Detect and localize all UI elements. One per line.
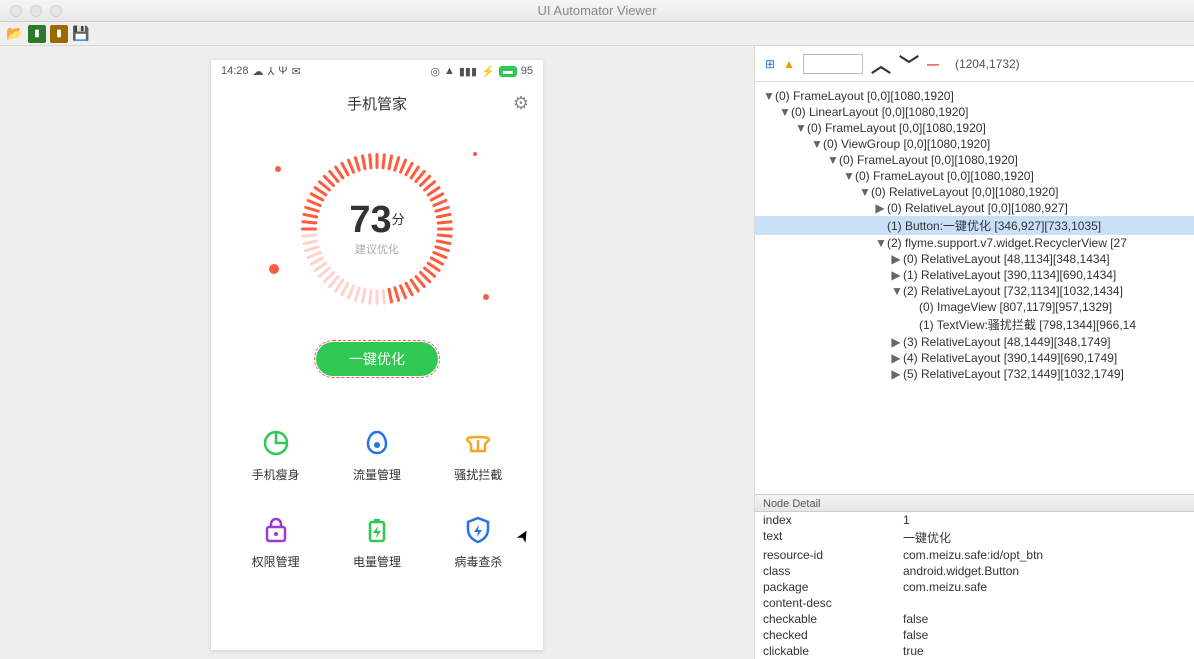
tree-node[interactable]: ▼(0) FrameLayout [0,0][1080,1920] xyxy=(755,120,1194,136)
feature-battery[interactable]: 电量管理 xyxy=(326,515,427,570)
cloud-icon: ☁ xyxy=(253,65,264,78)
tree-node[interactable]: ▼(0) ViewGroup [0,0][1080,1920] xyxy=(755,136,1194,152)
tree-node[interactable]: ▶(0) RelativeLayout [0,0][1080,927] xyxy=(755,200,1194,216)
tree-node[interactable]: ▶(1) RelativeLayout [390,1134][690,1434] xyxy=(755,267,1194,283)
data-mgmt-icon xyxy=(362,428,392,458)
status-time: 14:28 xyxy=(221,65,249,77)
warning-icon[interactable]: ▲ xyxy=(783,57,795,71)
prev-node-icon[interactable]: ︿ xyxy=(871,49,891,78)
score-dial: 73分 建议优化 xyxy=(211,124,543,334)
feature-virus[interactable]: 病毒查杀 xyxy=(428,515,529,570)
block-icon xyxy=(463,428,493,458)
virus-icon xyxy=(463,515,493,545)
tree-node[interactable]: (0) ImageView [807,1179][957,1329] xyxy=(755,299,1194,315)
device-dump-icon[interactable]: ▮ xyxy=(50,25,68,43)
battery-icon xyxy=(362,515,392,545)
battery-icon: ▬ xyxy=(499,66,517,77)
tree-node[interactable]: ▼(2) flyme.support.v7.widget.RecyclerVie… xyxy=(755,235,1194,251)
wifi-icon: ▲ xyxy=(444,65,455,77)
tree-node[interactable]: ▼(0) FrameLayout [0,0][1080,1920] xyxy=(755,88,1194,104)
device-screenshot-icon[interactable]: ▮ xyxy=(28,25,46,43)
status-bar: 14:28 ☁ ⅄ Ψ ✉ ◎ ▲ ▮▮▮ ⚡ ▬ 95 xyxy=(211,60,543,82)
feature-label: 骚扰拦截 xyxy=(454,466,502,483)
save-icon[interactable]: 💾 xyxy=(72,25,90,43)
tree-node[interactable]: ▼(0) FrameLayout [0,0][1080,1920] xyxy=(755,152,1194,168)
hierarchy-tree[interactable]: ▼(0) FrameLayout [0,0][1080,1920]▼(0) Li… xyxy=(755,82,1194,494)
detail-row: clickabletrue xyxy=(755,643,1194,659)
remove-icon[interactable]: — xyxy=(927,57,939,71)
tree-node[interactable]: ▼(0) RelativeLayout [0,0][1080,1920] xyxy=(755,184,1194,200)
detail-row: content-desc xyxy=(755,595,1194,611)
open-folder-icon[interactable]: 📂 xyxy=(6,25,24,43)
detail-header: Node Detail xyxy=(755,494,1194,512)
perm-icon xyxy=(261,515,291,545)
mail-icon: ✉ xyxy=(291,65,300,78)
detail-row: text一键优化 xyxy=(755,528,1194,547)
detail-row: resource-idcom.meizu.safe:id/opt_btn xyxy=(755,547,1194,563)
gear-icon[interactable]: ⚙ xyxy=(513,93,529,114)
tree-controls: ⊞ ▲ ︿ ﹀ — (1204,1732) xyxy=(755,46,1194,82)
share-icon: ⅄ xyxy=(268,65,275,78)
tree-node[interactable]: ▶(5) RelativeLayout [732,1449][1032,1749… xyxy=(755,366,1194,382)
feature-perm[interactable]: 权限管理 xyxy=(225,515,326,570)
battery-pct: 95 xyxy=(521,65,533,77)
feature-grid: 手机瘦身 流量管理 骚扰拦截权限管理 电量管理 病毒查杀 xyxy=(211,400,543,570)
tree-node[interactable]: (1) TextView:骚扰拦截 [798,1344][966,14 xyxy=(755,315,1194,334)
tree-node[interactable]: ▶(4) RelativeLayout [390,1449][690,1749] xyxy=(755,350,1194,366)
score-unit: 分 xyxy=(392,212,405,227)
next-node-icon[interactable]: ﹀ xyxy=(899,49,919,78)
tree-node[interactable]: ▼(0) FrameLayout [0,0][1080,1920] xyxy=(755,168,1194,184)
feature-label: 权限管理 xyxy=(252,553,300,570)
tree-node[interactable]: ▼(0) LinearLayout [0,0][1080,1920] xyxy=(755,104,1194,120)
tree-node[interactable]: (1) Button:一键优化 [346,927][733,1035] xyxy=(755,216,1194,235)
optimize-button[interactable]: 一键优化 xyxy=(316,342,438,376)
detail-row: checkablefalse xyxy=(755,611,1194,627)
feature-label: 手机瘦身 xyxy=(252,466,300,483)
feature-label: 病毒查杀 xyxy=(454,553,502,570)
expand-all-icon[interactable]: ⊞ xyxy=(765,57,775,71)
score-subtitle: 建议优化 xyxy=(349,241,404,257)
detail-row: checkedfalse xyxy=(755,627,1194,643)
detail-row: classandroid.widget.Button xyxy=(755,563,1194,579)
app-header: 手机管家 ⚙ xyxy=(211,82,543,124)
feature-phone-slim[interactable]: 手机瘦身 xyxy=(225,428,326,483)
tree-node[interactable]: ▶(0) RelativeLayout [48,1134][348,1434] xyxy=(755,251,1194,267)
signal-icon: ▮▮▮ xyxy=(459,65,477,78)
score-value: 73 xyxy=(349,199,391,241)
node-detail: index1text一键优化resource-idcom.meizu.safe:… xyxy=(755,512,1194,659)
screenshot-pane: 14:28 ☁ ⅄ Ψ ✉ ◎ ▲ ▮▮▮ ⚡ ▬ 95 手机管家 ⚙ xyxy=(0,46,754,659)
titlebar: UI Automator Viewer xyxy=(0,0,1194,22)
feature-label: 电量管理 xyxy=(353,553,401,570)
window-title: UI Automator Viewer xyxy=(0,3,1194,18)
nfc-icon: ◎ xyxy=(430,65,440,78)
device-screenshot[interactable]: 14:28 ☁ ⅄ Ψ ✉ ◎ ▲ ▮▮▮ ⚡ ▬ 95 手机管家 ⚙ xyxy=(211,60,543,650)
tree-node[interactable]: ▼(2) RelativeLayout [732,1134][1032,1434… xyxy=(755,283,1194,299)
feature-label: 流量管理 xyxy=(353,466,401,483)
toolbar: 📂 ▮ ▮ 💾 xyxy=(0,22,1194,46)
feature-block[interactable]: 骚扰拦截 xyxy=(428,428,529,483)
phone-slim-icon xyxy=(261,428,291,458)
tree-node[interactable]: ▶(3) RelativeLayout [48,1449][348,1749] xyxy=(755,334,1194,350)
feature-data-mgmt[interactable]: 流量管理 xyxy=(326,428,427,483)
detail-row: packagecom.meizu.safe xyxy=(755,579,1194,595)
usb-icon: Ψ xyxy=(278,65,287,77)
app-title: 手机管家 xyxy=(347,93,407,114)
charge-icon: ⚡ xyxy=(481,65,495,78)
search-input[interactable] xyxy=(803,54,863,74)
detail-row: index1 xyxy=(755,512,1194,528)
pointer-coords: (1204,1732) xyxy=(955,57,1020,71)
